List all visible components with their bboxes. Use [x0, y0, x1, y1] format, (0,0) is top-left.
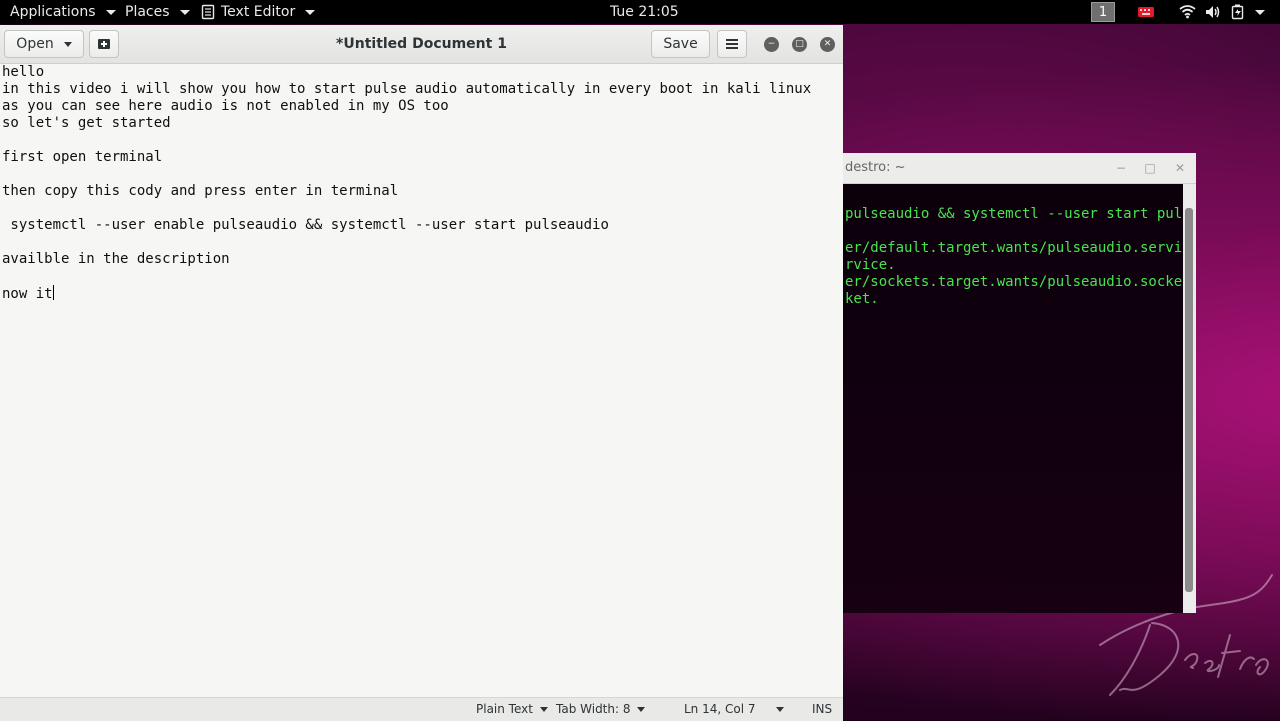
power-menu-caret-icon[interactable] [1255, 10, 1265, 15]
cursor-position-label: Ln 14, Col 7 [684, 702, 756, 716]
clock-label: Tue 21:05 [610, 4, 679, 20]
text-editor-icon [201, 4, 215, 20]
minimize-icon: − [767, 39, 776, 49]
terminal-scrollbar-thumb[interactable] [1185, 208, 1193, 592]
terminal-line: ket. [845, 291, 879, 307]
maximize-icon: □ [1144, 161, 1156, 175]
keyboard-icon[interactable] [1137, 6, 1155, 18]
terminal-maximize-button[interactable]: □ [1143, 161, 1157, 175]
save-button[interactable]: Save [651, 30, 710, 58]
battery-icon[interactable] [1231, 4, 1245, 20]
maximize-button[interactable]: □ [792, 37, 807, 52]
terminal-line: er/default.target.wants/pulseaudio.servi [845, 240, 1183, 256]
terminal-line: pulseaudio && systemctl --user start pul [845, 206, 1183, 222]
terminal-title: destro: ~ [845, 160, 906, 175]
places-label: Places [125, 4, 170, 20]
chevron-down-icon [105, 9, 116, 15]
chevron-down-icon [539, 707, 548, 712]
app-menu-label: Text Editor [221, 4, 296, 20]
insert-mode-indicator[interactable]: INS [812, 698, 832, 721]
status-bar: Plain Text Tab Width: 8 Ln 14, Col 7 INS [0, 697, 843, 721]
terminal-window: destro: ~ − □ ✕ pulseaudio && systemctl … [843, 153, 1196, 613]
editor-line: first open terminal [2, 149, 163, 165]
document-title: *Untitled Document 1 [336, 36, 507, 52]
text-editor-window: Open *Untitled Document 1 Save − □ ✕ hel… [0, 25, 843, 721]
editor-line-text: now it [2, 286, 53, 302]
text-editor-area[interactable]: hello in this video i will show you how … [0, 64, 843, 697]
syntax-selector[interactable]: Plain Text [476, 698, 548, 721]
tab-width-label: Tab Width: 8 [556, 702, 631, 716]
editor-line: then copy this cody and press enter in t… [2, 183, 399, 199]
close-button[interactable]: ✕ [820, 37, 835, 52]
text-cursor [52, 285, 54, 300]
position-menu-button[interactable] [776, 698, 784, 721]
new-tab-button[interactable] [89, 30, 119, 58]
terminal-line: rvice. [845, 257, 896, 273]
top-panel: Applications Places Text Editor Tue 21:0… [0, 0, 1280, 24]
terminal-line: er/sockets.target.wants/pulseaudio.socke [845, 274, 1183, 290]
open-button[interactable]: Open [4, 30, 84, 58]
cursor-position-selector[interactable]: Ln 14, Col 7 [684, 698, 756, 721]
applications-label: Applications [10, 4, 96, 20]
editor-line: availble in the description [2, 251, 230, 267]
terminal-header-bar: destro: ~ − □ ✕ [843, 153, 1196, 184]
editor-line: so let's get started [2, 115, 171, 131]
terminal-output[interactable]: pulseaudio && systemctl --user start pul… [843, 184, 1183, 613]
editor-line: as you can see here audio is not enabled… [2, 98, 449, 114]
header-bar: Open *Untitled Document 1 Save − □ ✕ [0, 25, 843, 64]
chevron-down-icon [63, 41, 72, 47]
editor-line: systemctl --user enable pulseaudio && sy… [2, 217, 609, 233]
wifi-icon[interactable] [1179, 4, 1196, 19]
places-menu[interactable]: Places [125, 0, 190, 24]
terminal-close-button[interactable]: ✕ [1173, 161, 1187, 175]
applications-menu[interactable]: Applications [10, 0, 116, 24]
chevron-down-icon [637, 707, 646, 712]
editor-line: in this video i will show you how to sta… [2, 81, 812, 97]
minimize-icon: − [1115, 161, 1127, 175]
hamburger-menu-button[interactable] [717, 30, 747, 58]
clock[interactable]: Tue 21:05 [610, 0, 679, 24]
terminal-minimize-button[interactable]: − [1114, 161, 1128, 175]
chevron-down-icon [305, 9, 316, 15]
volume-icon[interactable] [1205, 5, 1221, 19]
close-icon: ✕ [823, 39, 832, 49]
workspace-indicator[interactable]: 1 [1091, 2, 1115, 22]
tab-width-selector[interactable]: Tab Width: 8 [556, 698, 646, 721]
save-label: Save [663, 36, 698, 52]
insert-mode-label: INS [812, 702, 833, 716]
editor-line-current: now it [2, 285, 54, 302]
app-menu[interactable]: Text Editor [201, 0, 316, 24]
open-label: Open [16, 36, 54, 52]
menu-icon [726, 39, 738, 49]
maximize-icon: □ [795, 39, 804, 49]
syntax-label: Plain Text [476, 702, 533, 716]
close-icon: ✕ [1174, 161, 1186, 175]
chevron-down-icon [776, 707, 784, 712]
minimize-button[interactable]: − [764, 37, 779, 52]
new-document-icon [98, 39, 110, 49]
editor-line: hello [2, 64, 45, 80]
terminal-scrollbar[interactable] [1183, 184, 1196, 613]
chevron-down-icon [179, 9, 190, 15]
